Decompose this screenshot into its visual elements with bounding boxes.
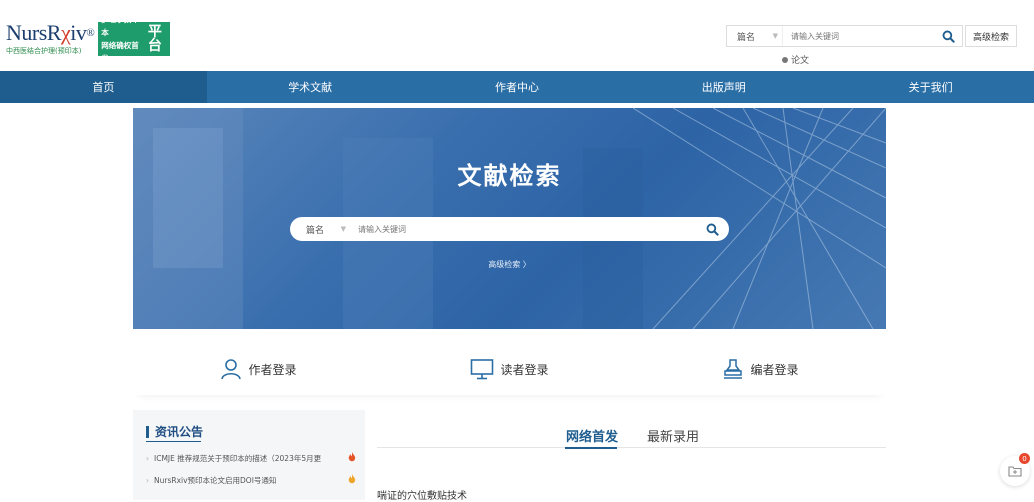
editor-login-button[interactable]: 编者登录	[635, 343, 886, 395]
stamp-icon	[724, 359, 743, 379]
nav-item-about-us[interactable]: 关于我们	[827, 71, 1034, 103]
fire-icon	[348, 474, 356, 486]
chevron-down-icon: ▼	[772, 32, 778, 40]
editor-login-label: 编者登录	[750, 362, 799, 377]
logo-registered-mark: ®	[86, 27, 95, 39]
logo-badge-line2: 网络确权首发	[101, 41, 139, 63]
title-bar-marker	[146, 425, 149, 438]
paper-radio[interactable]: 论文	[782, 53, 809, 66]
banner-title: 文献检索	[457, 162, 562, 190]
news-item-text: ICMJE 推荐规范关于预印本的描述（2023年5月更	[154, 453, 322, 463]
reader-login-button[interactable]: 读者登录	[384, 343, 635, 395]
active-tab-underline	[565, 447, 617, 449]
user-icon	[221, 359, 242, 380]
folder-icon	[1008, 466, 1022, 477]
site-logo[interactable]: NursRχiv® 中西医结合护理(预印本) 护理学预印本 网络确权首发 平台	[6, 15, 171, 63]
logo-name-suffix: iv	[70, 20, 87, 45]
news-sidebar: 资讯公告 › ICMJE 推荐规范关于预印本的描述（2023年5月更 › Nur…	[133, 410, 365, 500]
nav-item-author-center[interactable]: 作者中心	[414, 71, 621, 103]
news-title-underline	[146, 441, 201, 442]
logo-name-prefix: NursR	[6, 20, 61, 45]
news-item[interactable]: › NursRxiv预印本论文启用DOI号通知	[146, 474, 356, 486]
notification-badge: 0	[1019, 453, 1030, 464]
advanced-search-button[interactable]: 高级检索	[965, 25, 1017, 47]
banner-search-input[interactable]	[350, 224, 695, 234]
article-tabs: 网络首发 最新录用	[377, 426, 886, 448]
search-icon[interactable]	[695, 223, 729, 236]
banner-search-field-label: 篇名	[306, 225, 325, 236]
news-item[interactable]: › ICMJE 推荐规范关于预印本的描述（2023年5月更	[146, 452, 356, 464]
news-title: 资讯公告	[146, 423, 203, 440]
logo-badge-line1: 护理学预印本	[101, 15, 139, 37]
main-nav: 首页 学术文献 作者中心 出版声明 关于我们	[0, 71, 1034, 103]
nav-item-publication-statement[interactable]: 出版声明	[620, 71, 827, 103]
chevron-down-icon: ▼	[340, 225, 346, 233]
login-row: 作者登录 读者登录 编者登录	[133, 343, 886, 395]
header: NursRχiv® 中西医结合护理(预印本) 护理学预印本 网络确权首发 平台 …	[0, 0, 1034, 71]
top-search-input[interactable]	[783, 31, 934, 41]
reader-login-label: 读者登录	[500, 362, 549, 377]
top-search-bar: 篇名 ▼	[726, 25, 963, 47]
radio-dot-icon	[782, 56, 788, 63]
bullet-icon: ›	[146, 475, 149, 485]
search-icon[interactable]	[934, 30, 962, 43]
nav-item-literature[interactable]: 学术文献	[207, 71, 414, 103]
bullet-icon: ›	[146, 453, 149, 463]
news-item-text: NursRxiv预印本论文启用DOI号通知	[154, 475, 277, 485]
fire-icon	[348, 452, 356, 464]
banner-search-field-select[interactable]: 篇名 ▼	[290, 223, 350, 236]
tab-online-first[interactable]: 网络首发	[566, 426, 618, 445]
logo-badge-big: 平台	[147, 24, 162, 54]
nav-item-home[interactable]: 首页	[0, 71, 207, 103]
banner-advanced-search-link[interactable]: 高级检索 〉	[133, 259, 886, 270]
search-banner: 文献检索 篇名 ▼ 高级检索 〉	[133, 108, 886, 329]
top-search-field-label: 篇名	[737, 32, 756, 43]
tab-latest-accepted[interactable]: 最新录用	[647, 426, 699, 445]
author-login-button[interactable]: 作者登录	[133, 343, 384, 395]
logo-subtitle: 中西医结合护理(预印本)	[6, 47, 82, 55]
monitor-icon	[471, 359, 494, 380]
news-title-label: 资讯公告	[155, 425, 204, 439]
banner-search-bar: 篇名 ▼	[290, 217, 729, 241]
paper-radio-label: 论文	[791, 56, 810, 66]
logo-badge: 护理学预印本 网络确权首发 平台	[98, 15, 171, 63]
top-search-field-select[interactable]: 篇名 ▼	[727, 26, 783, 46]
logo-wordmark: NursRχiv® 中西医结合护理(预印本)	[6, 20, 95, 56]
logo-name-mid: χ	[60, 20, 71, 45]
author-login-label: 作者登录	[248, 362, 297, 377]
